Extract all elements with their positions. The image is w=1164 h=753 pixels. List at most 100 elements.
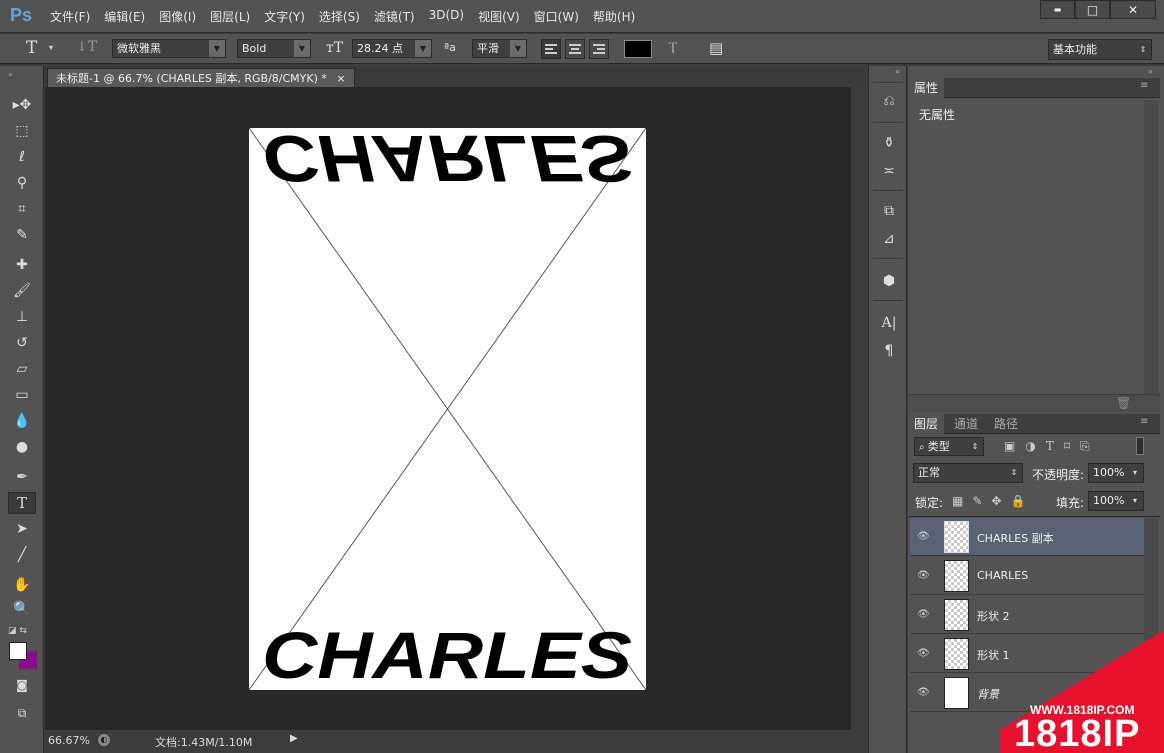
healing-brush-tool-icon[interactable]: ✚ <box>8 254 36 276</box>
tab-paths[interactable]: 路径 <box>988 414 1024 434</box>
shape-filter-icon[interactable]: ⌑ <box>1064 439 1070 454</box>
trash-icon[interactable]: 🗑 <box>1116 396 1131 410</box>
type-tool-icon[interactable]: T <box>8 492 36 514</box>
screen-mode-icon[interactable]: ⧉ <box>8 702 36 724</box>
tab-properties[interactable]: 属性 <box>908 78 945 98</box>
text-color-swatch[interactable] <box>624 40 652 58</box>
brush-presets-icon[interactable]: ≍ <box>878 160 900 182</box>
layer-name[interactable]: 形状 2 <box>977 608 1010 624</box>
menu-image[interactable]: 图像(I) <box>159 8 196 25</box>
history-panel-icon[interactable]: ⎌ <box>878 90 900 112</box>
blend-mode-select[interactable]: 正常 ⇕ <box>913 463 1023 483</box>
document-canvas[interactable]: CHARLES CHARLES <box>249 128 646 690</box>
menu-view[interactable]: 视图(V) <box>478 8 520 25</box>
chevron-down-icon[interactable]: ▾ <box>49 43 53 52</box>
menu-edit[interactable]: 编辑(E) <box>104 8 145 25</box>
quick-mask-icon[interactable]: ◙ <box>8 674 36 696</box>
document-tab[interactable]: 未标题-1 @ 66.7% (CHARLES 副本, RGB/8/CMYK) *… <box>47 68 355 87</box>
expand-dock-icon[interactable]: « <box>895 67 900 76</box>
character-panel-icon[interactable]: A| <box>878 312 900 334</box>
status-menu-arrow-icon[interactable]: ▶ <box>290 733 298 744</box>
layer-name[interactable]: CHARLES <box>977 569 1028 582</box>
visibility-eye-icon[interactable]: 👁 <box>917 648 931 659</box>
type-tool-preset-icon[interactable]: T <box>26 38 37 58</box>
zoom-level[interactable]: 66.67% <box>48 734 90 747</box>
panel-menu-icon[interactable]: ≡ <box>1140 80 1148 91</box>
antialias-select[interactable]: 平滑 ▼ <box>472 39 527 58</box>
minimize-button[interactable]: ▬ <box>1040 0 1075 19</box>
stamp-tool-icon[interactable]: ⊥ <box>8 306 36 328</box>
collapse-icon[interactable]: » <box>8 70 13 79</box>
filter-toggle[interactable] <box>1136 437 1144 455</box>
layer-name[interactable]: CHARLES 副本 <box>977 530 1054 546</box>
lasso-tool-icon[interactable]: ℓ <box>8 146 36 168</box>
align-left-button[interactable] <box>541 39 561 59</box>
marquee-tool-icon[interactable]: ⬚ <box>8 120 36 142</box>
menu-filter[interactable]: 滤镜(T) <box>374 8 415 25</box>
layer-row-shape-2[interactable]: 👁 形状 2 <box>910 596 1144 634</box>
properties-scrollbar[interactable] <box>1144 100 1158 408</box>
lock-all-icon[interactable]: 🔒 <box>1010 494 1025 508</box>
workspace-select[interactable]: 基本功能 ⇕ <box>1048 39 1152 60</box>
clone-source-icon[interactable]: ⧉ <box>878 200 900 222</box>
font-style-select[interactable]: Bold ▼ <box>237 39 311 58</box>
3d-panel-icon[interactable]: ⬢ <box>878 270 900 292</box>
align-right-button[interactable] <box>589 39 609 59</box>
menu-3d[interactable]: 3D(D) <box>429 8 464 25</box>
brush-panel-icon[interactable]: ⚱ <box>878 132 900 154</box>
menu-file[interactable]: 文件(F) <box>50 8 90 25</box>
close-tab-icon[interactable]: × <box>336 72 345 85</box>
hand-tool-icon[interactable]: ✋ <box>8 574 36 596</box>
pixel-filter-icon[interactable]: ▣ <box>1004 439 1015 454</box>
warp-text-icon[interactable]: Ⲧ <box>668 38 678 58</box>
path-select-tool-icon[interactable]: ➤ <box>8 518 36 540</box>
paragraph-panel-icon[interactable]: ¶ <box>878 340 900 362</box>
status-info-icon[interactable]: ◐ <box>98 734 110 746</box>
lock-pixels-icon[interactable]: ✎ <box>972 494 982 508</box>
dodge-tool-icon[interactable]: ● <box>8 436 36 458</box>
quick-select-tool-icon[interactable]: ⚲ <box>8 172 36 194</box>
menu-help[interactable]: 帮助(H) <box>593 8 635 25</box>
panel-menu-icon[interactable]: ≡ <box>1140 416 1148 427</box>
fill-field[interactable]: 100% ▾ <box>1088 491 1144 511</box>
foreground-color-swatch[interactable] <box>9 642 27 660</box>
collapse-panels-icon[interactable]: » <box>1148 67 1153 76</box>
tab-channels[interactable]: 通道 <box>948 414 984 434</box>
layer-row-charles-copy[interactable]: 👁 CHARLES 副本 <box>910 518 1144 556</box>
font-size-select[interactable]: 28.24 点 ▼ <box>352 39 432 58</box>
character-panel-icon[interactable]: ▤ <box>709 39 723 57</box>
type-filter-icon[interactable]: T <box>1046 439 1054 454</box>
layer-filter-select[interactable]: ⌕ 类型 ⇕ <box>914 437 984 456</box>
visibility-eye-icon[interactable]: 👁 <box>917 531 931 542</box>
move-tool-icon[interactable]: ▸✥ <box>8 94 36 116</box>
adjustment-filter-icon[interactable]: ◑ <box>1025 439 1035 454</box>
gradient-tool-icon[interactable]: ▭ <box>8 384 36 406</box>
line-tool-icon[interactable]: ╱ <box>8 544 36 566</box>
menu-layer[interactable]: 图层(L) <box>210 8 250 25</box>
pen-tool-icon[interactable]: ✒ <box>8 466 36 488</box>
maximize-button[interactable]: □ <box>1075 0 1110 19</box>
horizontal-scrollbar[interactable] <box>300 732 851 746</box>
menu-type[interactable]: 文字(Y) <box>264 8 305 25</box>
brush-tool-icon[interactable]: 🖌 <box>8 280 36 302</box>
visibility-eye-icon[interactable]: 👁 <box>917 609 931 620</box>
align-center-button[interactable] <box>565 39 585 59</box>
close-button[interactable]: ✕ <box>1110 0 1156 19</box>
eraser-tool-icon[interactable]: ▱ <box>8 358 36 380</box>
zoom-tool-icon[interactable]: 🔍 <box>8 598 36 620</box>
menu-select[interactable]: 选择(S) <box>319 8 360 25</box>
vertical-scrollbar[interactable] <box>851 87 865 730</box>
eyedropper-tool-icon[interactable]: ✎ <box>8 224 36 246</box>
opacity-field[interactable]: 100% ▾ <box>1088 463 1144 483</box>
history-brush-tool-icon[interactable]: ↺ <box>8 332 36 354</box>
visibility-eye-icon[interactable]: 👁 <box>917 687 931 698</box>
smart-object-filter-icon[interactable]: ⎘ <box>1080 439 1090 454</box>
tab-layers[interactable]: 图层 <box>908 414 945 434</box>
tool-presets-icon[interactable]: ⊿ <box>878 228 900 250</box>
layer-row-charles[interactable]: 👁 CHARLES <box>910 557 1144 595</box>
font-family-select[interactable]: 微软雅黑 ▼ <box>112 39 226 58</box>
lock-transparency-icon[interactable]: ▦ <box>952 494 963 508</box>
crop-tool-icon[interactable]: ⌗ <box>8 198 36 220</box>
menu-window[interactable]: 窗口(W) <box>534 8 579 25</box>
default-colors-icon[interactable]: ◪ ⇆ <box>8 626 27 636</box>
